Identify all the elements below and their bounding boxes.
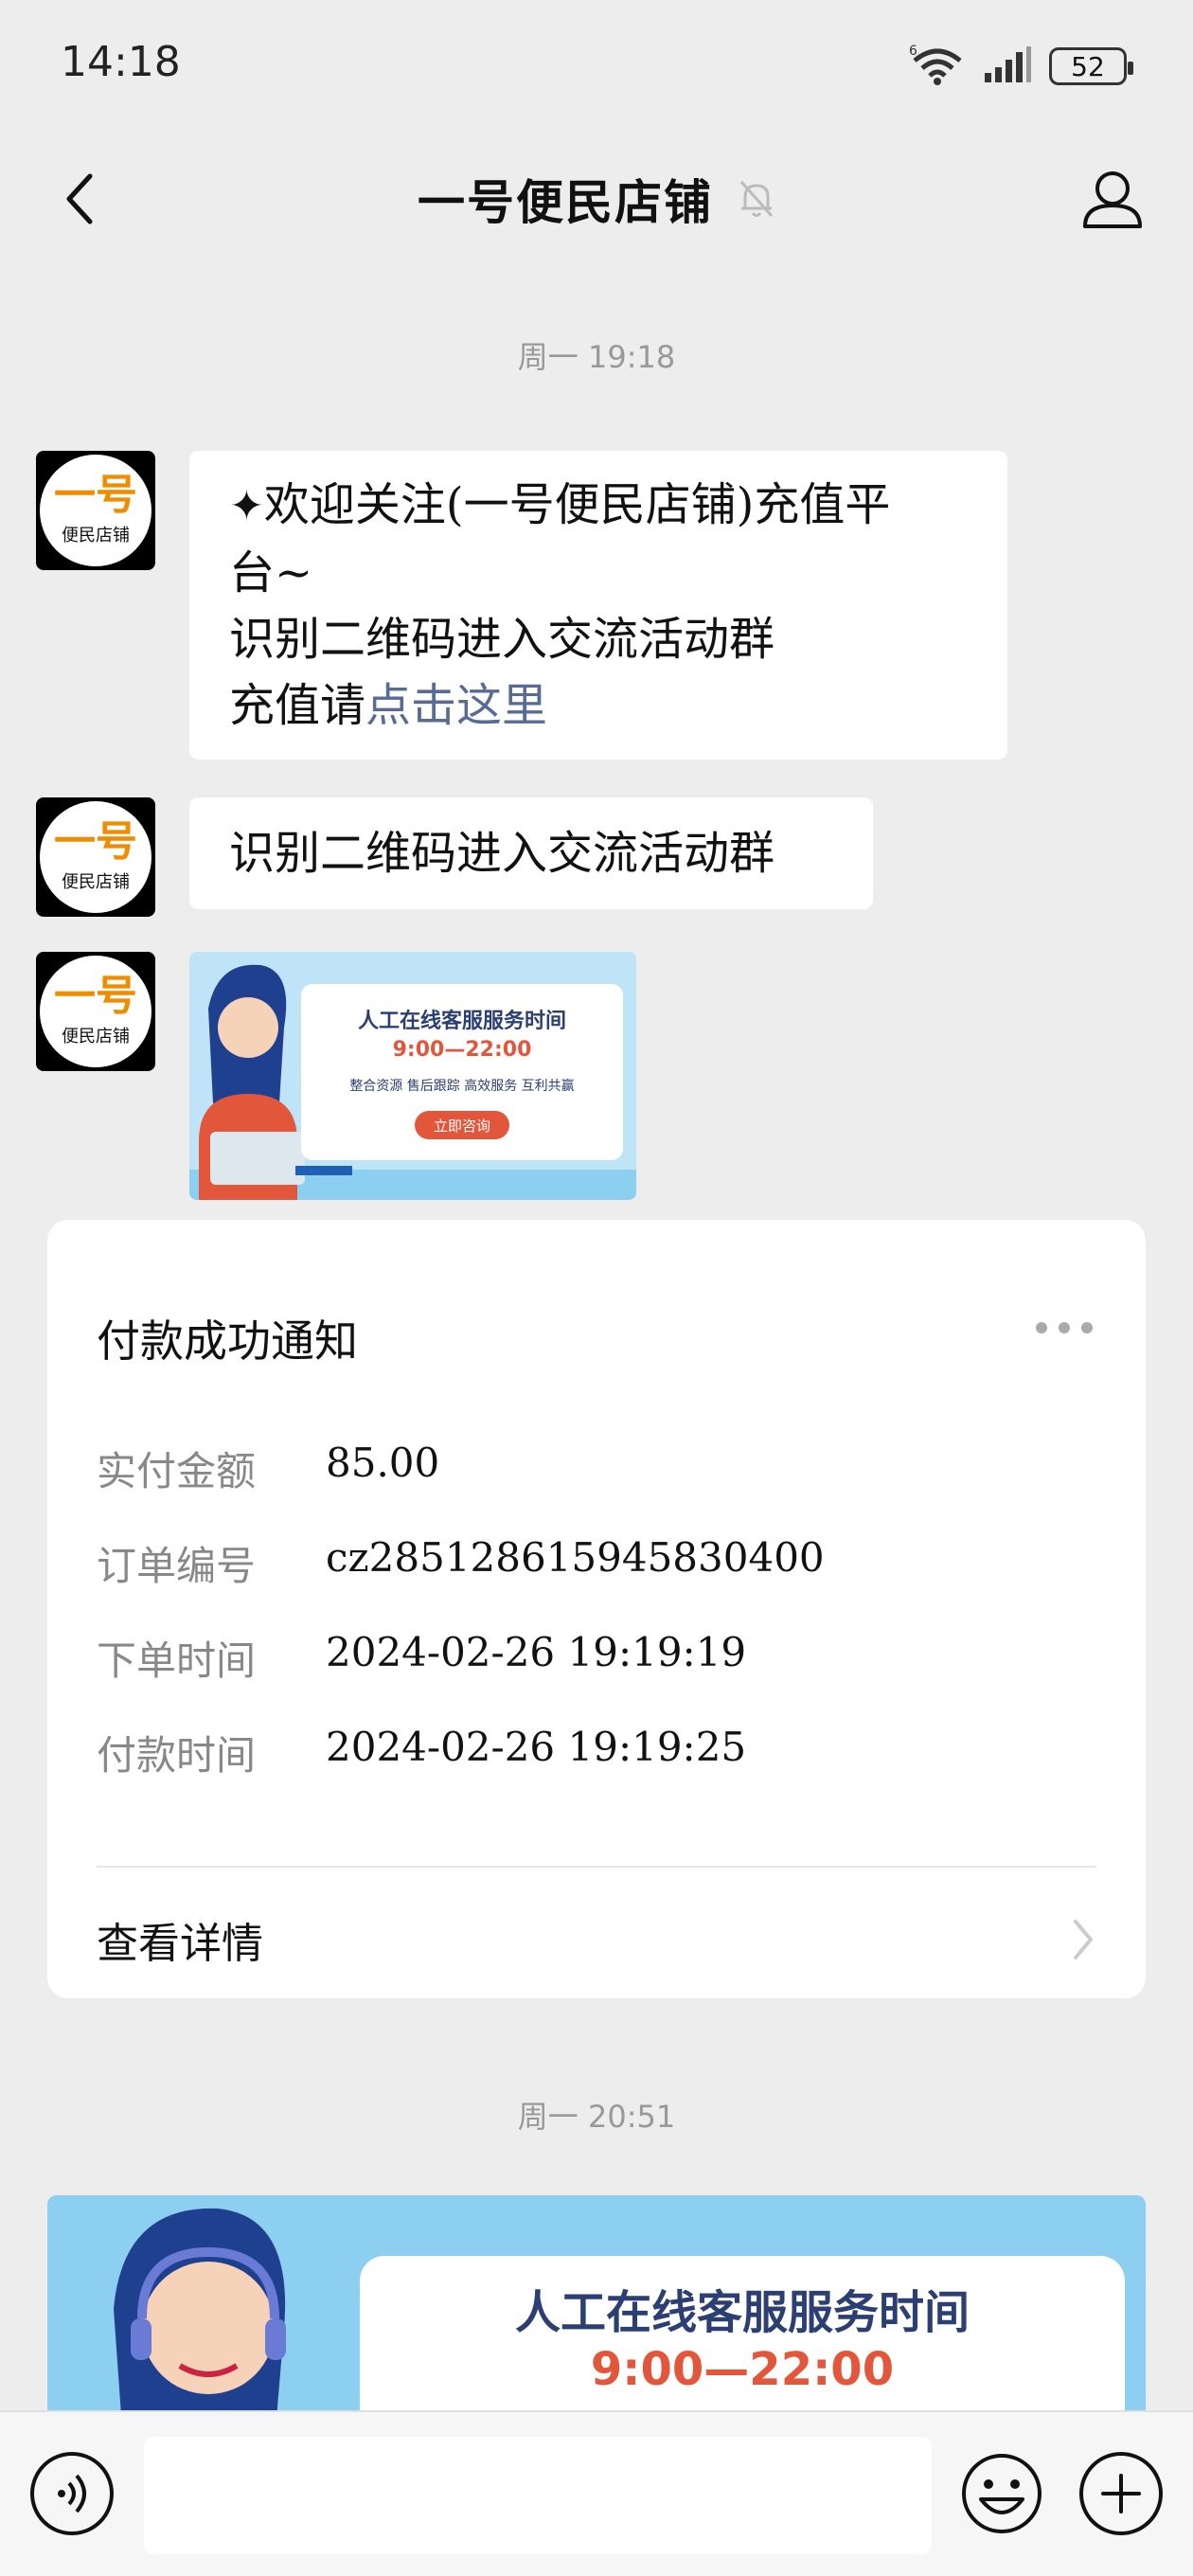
small-banner-hours: 9:00—22:00 — [393, 1038, 532, 1062]
chevron-right-icon — [1074, 1920, 1093, 1959]
avatar-logo-subtext: 便民店铺 — [62, 1027, 130, 1046]
welcome-line-1: ✦欢迎关注(一号便民店铺)充值平 — [229, 472, 970, 540]
store-logo: 一号 便民店铺 — [40, 455, 151, 566]
signal-icon — [983, 45, 1032, 88]
back-button[interactable] — [38, 156, 123, 242]
small-banner-tags: 整合资源 售后跟踪 高效服务 互利共赢 — [349, 1078, 574, 1094]
voice-input-button[interactable] — [30, 2452, 114, 2535]
welcome-text-1: 欢迎关注(一号便民店铺)充值平 — [263, 478, 891, 531]
group-message-bubble[interactable]: 识别二维码进入交流活动群 — [189, 797, 873, 909]
row-label: 订单编号 — [97, 1543, 257, 1589]
avatar-logo-text: 一号 — [54, 471, 137, 519]
chat-title-group: 一号便民店铺 — [418, 165, 775, 233]
avatar-logo-subtext: 便民店铺 — [62, 526, 130, 546]
card-divider — [97, 1866, 1096, 1868]
chevron-left-icon — [66, 173, 93, 224]
status-icons: 6 52 — [909, 38, 1133, 95]
row-value: 85.00 — [326, 1440, 440, 1486]
sender-avatar[interactable]: 一号 便民店铺 — [36, 952, 155, 1071]
store-logo: 一号 便民店铺 — [40, 956, 151, 1067]
dot-icon — [1059, 1322, 1070, 1333]
person-icon — [1083, 171, 1142, 228]
message-input[interactable] — [144, 2437, 932, 2554]
message-timestamp: 周一 20:51 — [517, 2099, 676, 2135]
voice-icon — [58, 2474, 86, 2513]
card-row-order-time: 下单时间 2024-02-26 19:19:19 — [97, 1629, 746, 1687]
row-label: 付款时间 — [97, 1732, 257, 1779]
welcome-text-3: 识别二维码进入交流活动群 — [229, 613, 775, 666]
banner-hours: 9:00—22:00 — [591, 2343, 894, 2396]
card-row-payment-time: 付款时间 2024-02-26 19:19:25 — [97, 1724, 746, 1781]
row-label: 下单时间 — [97, 1637, 257, 1684]
row-value: cz2851286159458304​00 — [326, 1534, 825, 1581]
avatar-logo-subtext: 便民店铺 — [62, 872, 130, 892]
status-time: 14:18 — [61, 38, 181, 86]
welcome-line-4: 充值请点击这里 — [229, 672, 970, 739]
view-details-label: 查看详情 — [97, 1920, 263, 1968]
emoji-button[interactable] — [960, 2452, 1043, 2535]
welcome-message-bubble[interactable]: ✦欢迎关注(一号便民店铺)充值平 台~ 识别二维码进入交流活动群 充值请点击这里 — [189, 451, 1007, 760]
sender-avatar[interactable]: 一号 便民店铺 — [36, 797, 155, 917]
sender-avatar[interactable]: 一号 便民店铺 — [36, 451, 155, 570]
banner-title: 人工在线客服服务时间 — [515, 2286, 970, 2339]
group-message-text: 识别二维码进入交流活动群 — [229, 827, 775, 880]
battery-icon: 52 — [1049, 47, 1133, 85]
row-value: 2024-02-26 19:19:25 — [326, 1724, 747, 1770]
avatar-logo-text: 一号 — [54, 817, 137, 866]
customer-service-image-message[interactable]: 人工在线客服服务时间 9:00—22:00 整合资源 售后跟踪 高效服务 互利共… — [189, 952, 636, 1200]
card-row-amount: 实付金额 85.00 — [97, 1440, 439, 1497]
dot-icon — [1081, 1322, 1093, 1333]
small-banner-button: 立即咨询 — [434, 1118, 490, 1135]
payment-success-card[interactable]: 付款成功通知 实付金额 85.00 订单编号 cz285128615945830… — [47, 1220, 1146, 1998]
small-banner-title: 人工在线客服服务时间 — [358, 1009, 566, 1033]
plus-icon — [1101, 2474, 1141, 2513]
chat-input-bar — [0, 2410, 1193, 2576]
mute-bell-icon — [739, 181, 774, 217]
row-label: 实付金额 — [97, 1448, 257, 1494]
view-details-button[interactable]: 查看详情 — [97, 1902, 1096, 1977]
smiley-icon — [962, 2454, 1042, 2533]
welcome-text-2: 台~ — [229, 546, 313, 599]
customer-service-banner-image: 人工在线客服服务时间 9:00—22:00 整合资源 售后跟踪 高效服务 互利共… — [189, 952, 636, 1200]
sparkle-icon: ✦ — [229, 482, 264, 530]
card-row-order-number: 订单编号 cz2851286159458304​00 — [97, 1534, 825, 1592]
row-value: 2024-02-26 19:19:19 — [326, 1629, 747, 1675]
wifi-icon: 6 — [909, 42, 966, 91]
welcome-text-4: 充值请 — [229, 679, 366, 732]
more-options-button[interactable] — [1036, 1322, 1093, 1337]
profile-button[interactable] — [1070, 156, 1155, 242]
more-actions-button[interactable] — [1079, 2452, 1163, 2535]
chat-header: 一号便民店铺 — [0, 128, 1193, 270]
chat-title: 一号便民店铺 — [418, 174, 713, 230]
recharge-link[interactable]: 点击这里 — [365, 679, 547, 732]
battery-level: 52 — [1071, 50, 1105, 82]
message-timestamp: 周一 19:18 — [517, 339, 676, 375]
avatar-logo-text: 一号 — [54, 972, 137, 1020]
card-title: 付款成功通知 — [97, 1315, 358, 1367]
store-logo: 一号 便民店铺 — [40, 801, 151, 913]
dot-icon — [1036, 1322, 1047, 1333]
status-bar: 14:18 6 52 — [0, 0, 1193, 128]
